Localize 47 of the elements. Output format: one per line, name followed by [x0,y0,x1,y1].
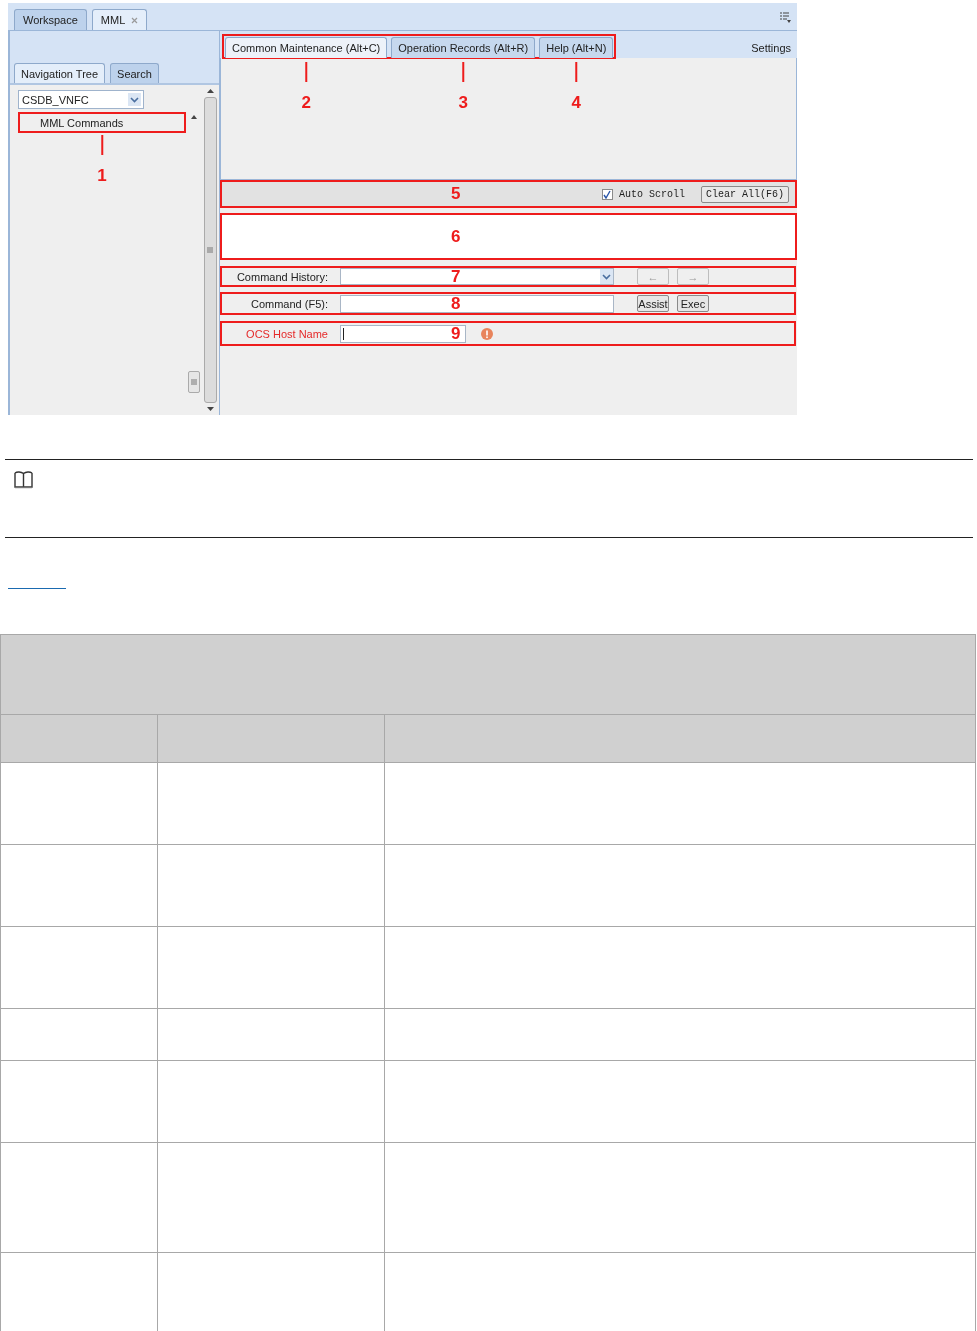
leader-line [305,62,308,82]
callout-number: 2 [301,94,311,112]
chevron-down-icon [128,93,141,106]
panel-tab[interactable]: Navigation Tree [14,63,106,83]
ne-dropdown[interactable]: CSDB_VNFC [18,90,144,109]
workspace-tab[interactable]: MML [91,9,148,30]
scroll-down-icon[interactable] [206,407,214,411]
warning-icon [481,327,493,340]
leader-line [575,62,578,82]
close-icon[interactable] [131,16,139,24]
callout-number: 8 [451,294,461,313]
action-button[interactable]: Assist [637,295,669,312]
function-tab[interactable]: Common Maintenance (Alt+C) [225,37,388,58]
command-field[interactable] [340,294,614,313]
parameter-field[interactable] [340,324,466,343]
grip-icon [207,247,214,253]
leader-line [101,135,103,155]
scroll-thumb[interactable] [203,97,217,403]
menu-icon[interactable] [780,12,791,23]
leader-line [462,62,465,82]
book-icon [14,470,33,489]
grip-icon [190,379,197,385]
callout-number: 1 [97,167,107,185]
scroll-up-icon[interactable] [206,89,214,93]
callout-number: 7 [451,267,461,286]
checkbox[interactable] [601,188,613,200]
callout-number: 3 [458,94,468,112]
checkbox-label: Auto Scroll [618,188,685,200]
callout-number: 9 [451,324,461,343]
callout-number: 6 [451,227,461,246]
scroll-thumb[interactable] [187,371,200,393]
scroll-up-icon[interactable] [190,115,197,119]
action-button[interactable]: Exec [677,295,709,312]
parameter-label: OCS Host Name [245,327,328,340]
function-tab[interactable]: Help (Alt+N) [539,37,614,58]
callout-number: 5 [451,185,461,203]
chevron-down-icon [600,269,613,284]
settings-link[interactable]: Settings [751,42,791,54]
field-label: Command (F5): [249,297,328,310]
workspace-tab[interactable]: Workspace [14,9,87,30]
field-label: Command History: [235,270,328,283]
clear-button[interactable]: Clear All(F6) [701,185,789,203]
checkmark-icon [603,189,612,199]
function-tab[interactable]: Operation Records (Alt+R) [391,37,536,58]
callout-number: 4 [571,94,582,112]
panel-tab[interactable]: Search [110,63,159,83]
history-dropdown[interactable] [340,268,614,285]
